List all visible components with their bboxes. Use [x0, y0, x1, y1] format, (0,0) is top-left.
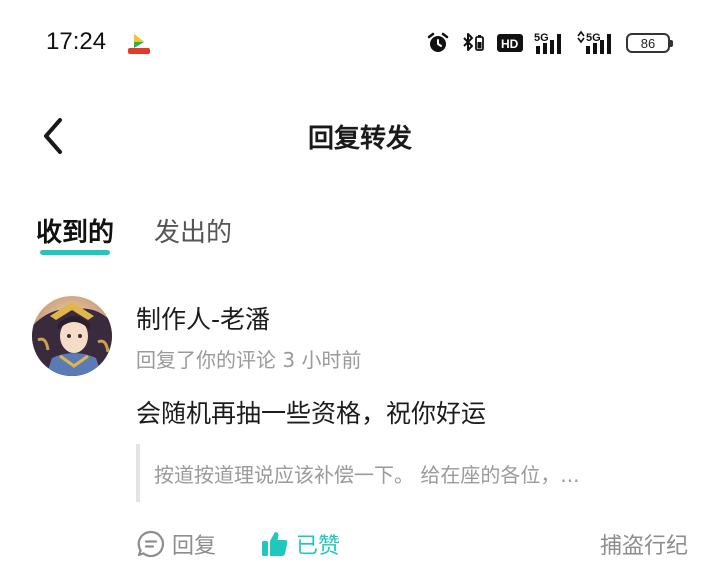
notification-meta: 回复了你的评论 3 小时前 — [136, 348, 362, 372]
comment-icon — [137, 530, 165, 558]
bluetooth-battery-icon — [463, 33, 484, 51]
list-item[interactable]: 制作人-老潘 回复了你的评论 3 小时前 会随机再抽一些资格，祝你好运 按道按道… — [0, 294, 720, 584]
hd-voice-icon: HD — [497, 34, 523, 52]
page-title: 回复转发 — [307, 124, 412, 154]
svg-text:5G: 5G — [586, 32, 601, 44]
quoted-comment-text: 按道按道理说应该补偿一下。 给在座的各位，... — [154, 462, 580, 487]
source-link-label: 捕盗行纪 — [599, 534, 688, 559]
battery-indicator: 86 — [626, 33, 673, 53]
tab-sent[interactable]: 发出的 — [154, 212, 232, 259]
avatar[interactable] — [32, 296, 112, 376]
source-link[interactable]: 捕盗行纪 — [600, 528, 688, 560]
tab-received-label: 收到的 — [36, 218, 115, 248]
screen: 17:24 HD 5G 5G 86 回复转发 收到的 发出的 制作人-老潘 回复… — [0, 0, 720, 584]
alarm-icon — [427, 32, 449, 52]
signal-5g-icon: 5G — [534, 32, 561, 54]
thumbs-up-icon — [262, 532, 288, 556]
reply-content: 会随机再抽一些资格，祝你好运 — [136, 399, 487, 428]
tab-bar: 收到的 发出的 — [36, 212, 232, 259]
reply-button-label: 回复 — [172, 534, 217, 559]
like-button[interactable]: 已赞 — [260, 528, 340, 560]
battery-level: 86 — [640, 35, 656, 51]
action-bar: 回复 已赞 捕盗行纪 — [136, 528, 688, 564]
status-icons: HD 5G 5G 86 — [426, 28, 673, 58]
reply-button[interactable]: 回复 — [136, 528, 216, 560]
like-button-label: 已赞 — [296, 534, 341, 559]
author-name[interactable]: 制作人-老潘 — [136, 300, 270, 336]
quoted-comment[interactable]: 按道按道理说应该补偿一下。 给在座的各位，... — [136, 444, 676, 502]
status-bar: 17:24 HD 5G 5G 86 — [0, 0, 720, 88]
tab-sent-label: 发出的 — [154, 218, 233, 248]
signal-5g-data-icon: 5G — [577, 30, 611, 54]
svg-text:5G: 5G — [534, 32, 549, 44]
header: 回复转发 — [0, 100, 720, 172]
svg-text:HD: HD — [501, 37, 519, 51]
status-time: 17:24 — [46, 28, 107, 55]
app-notification-icon — [126, 30, 152, 56]
tab-received[interactable]: 收到的 — [36, 212, 114, 259]
active-tab-indicator — [40, 250, 111, 255]
